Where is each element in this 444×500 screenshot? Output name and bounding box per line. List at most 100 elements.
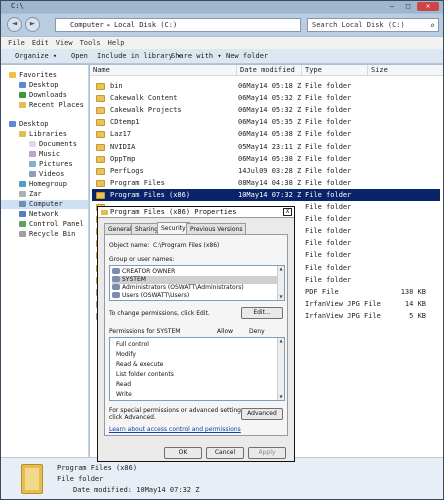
sidebar-item-desktop[interactable]: Desktop xyxy=(9,120,49,129)
permission-item: Modify xyxy=(116,351,136,358)
folder-icon xyxy=(96,83,105,90)
sidebar-item-label: Recent Places xyxy=(29,101,84,109)
sidebar-item-documents[interactable]: Documents xyxy=(29,140,77,149)
sidebar-item-recycle-bin[interactable]: Recycle Bin xyxy=(19,230,75,239)
new-folder-button[interactable]: New folder xyxy=(226,49,268,64)
permission-item: List folder contents xyxy=(116,371,174,378)
sidebar-item-favorites[interactable]: Favorites xyxy=(9,71,57,80)
forward-button[interactable]: ► xyxy=(25,17,40,32)
apply-button[interactable]: Apply xyxy=(248,447,286,459)
ok-button[interactable]: OK xyxy=(164,447,202,459)
sidebar-item-videos[interactable]: Videos xyxy=(29,170,64,179)
sidebar-item-homegroup[interactable]: Homegroup xyxy=(19,180,67,189)
cancel-button[interactable]: Cancel xyxy=(206,447,244,459)
command-toolbar: Organize ▾ Open Include in library ▾ Sha… xyxy=(1,49,443,64)
libraries-icon xyxy=(19,131,26,137)
advanced-button[interactable]: Advanced xyxy=(241,408,283,420)
list-item[interactable]: CREATOR OWNER xyxy=(112,268,175,276)
object-name-label: Object name: xyxy=(109,242,150,249)
file-type: File folder xyxy=(305,227,352,236)
folder-icon xyxy=(96,119,105,127)
user-group-icon xyxy=(112,284,120,290)
details-type: File folder xyxy=(57,475,104,483)
include-in-library-button[interactable]: Include in library ▾ xyxy=(97,49,181,64)
folder-icon xyxy=(96,179,105,187)
learn-more-link[interactable]: Learn about access control and permissio… xyxy=(109,426,241,433)
table-row[interactable]: NVIDIA 05May14 23:11 Z File folder xyxy=(92,141,440,153)
maximize-icon[interactable]: □ xyxy=(401,2,415,11)
column-headers: Name Date modified Type Size xyxy=(90,65,443,76)
sidebar-item-pictures[interactable]: Pictures xyxy=(29,160,73,169)
table-row[interactable]: CDtemp1 06May14 05:35 Z File folder xyxy=(92,116,440,128)
open-button[interactable]: Open xyxy=(71,49,88,64)
table-row[interactable]: OppTmp 06May14 05:38 Z File folder xyxy=(92,153,440,165)
sidebar-item-computer[interactable]: Computer xyxy=(1,200,88,209)
table-row[interactable]: bin 06May14 05:18 Z File folder xyxy=(92,80,440,92)
table-row[interactable]: Cakewalk Content 06May14 05:32 Z File fold… xyxy=(92,92,440,104)
details-name: Program Files (x86) xyxy=(57,464,138,472)
list-item[interactable]: SYSTEM xyxy=(112,276,278,284)
security-tab-panel: Object name: C:\Program Files (x86) Grou… xyxy=(104,234,288,436)
menu-item-view[interactable]: View xyxy=(56,39,73,47)
address-bar[interactable]: Computer ▸ Local Disk (C:) xyxy=(55,18,301,32)
sidebar-item-recent-places[interactable]: Recent Places xyxy=(19,101,84,110)
group-names-list[interactable]: CREATOR OWNER SYSTEM Administrators (OSW… xyxy=(109,265,285,301)
sidebar-item-label: Documents xyxy=(39,140,77,148)
table-row[interactable]: Cakewalk Projects 06May14 05:32 Z File fol… xyxy=(92,104,440,116)
documents-icon xyxy=(29,141,36,147)
group-name: Users (OSWATT\Users) xyxy=(122,292,190,299)
table-row[interactable]: PerfLogs 14Jul09 03:28 Z File folder xyxy=(92,165,440,177)
permission-item: Full control xyxy=(116,341,149,348)
sidebar-item-desktop[interactable]: Desktop xyxy=(19,81,59,90)
tab-previous-versions[interactable]: Previous Versions xyxy=(186,223,247,234)
column-type[interactable]: Type xyxy=(301,65,322,76)
search-icon[interactable]: ⌕ xyxy=(430,20,435,32)
group-name: SYSTEM xyxy=(122,276,146,283)
sidebar-item-zar[interactable]: Zar xyxy=(19,190,42,199)
sidebar-item-label: Zar xyxy=(29,190,42,198)
table-row[interactable]: Program Files 08May14 04:38 Z File folder xyxy=(92,177,440,189)
scroll-up-icon[interactable]: ▲ xyxy=(278,338,284,344)
folder-icon xyxy=(21,464,43,494)
sidebar-item-label: Videos xyxy=(39,170,65,178)
sidebar-item-downloads[interactable]: Downloads xyxy=(19,91,67,100)
list-item[interactable]: Users (OSWATT\Users) xyxy=(112,292,189,300)
share-with-button[interactable]: Share with ▾ xyxy=(171,49,222,64)
chevron-right-icon[interactable]: ▸ xyxy=(107,21,111,29)
column-date-modified[interactable]: Date modified xyxy=(236,65,295,76)
table-row[interactable]: Program Files (x86) 10May14 07:32 Z File f… xyxy=(92,188,440,201)
address-part-computer[interactable]: Computer xyxy=(70,21,104,29)
title-bar[interactable]: C:\ – □ ✕ xyxy=(1,1,443,13)
scroll-down-icon[interactable]: ▼ xyxy=(278,394,284,400)
sidebar-item-label: Computer xyxy=(29,200,63,208)
close-icon[interactable]: X xyxy=(283,208,292,216)
column-name[interactable]: Name xyxy=(90,65,110,76)
organize-button[interactable]: Organize ▾ xyxy=(15,49,57,64)
address-part-drive[interactable]: Local Disk (C:) xyxy=(114,21,177,29)
sidebar-item-music[interactable]: Music xyxy=(29,150,60,159)
list-item[interactable]: Administrators (OSWATT\Administrators) xyxy=(112,284,244,292)
table-row[interactable]: Laz17 06May14 05:38 Z File folder xyxy=(92,128,440,140)
sidebar-item-libraries[interactable]: Libraries xyxy=(19,130,67,139)
close-icon[interactable]: ✕ xyxy=(417,2,439,11)
menu-item-file[interactable]: File xyxy=(8,39,25,47)
permissions-for-label: Permissions for SYSTEM xyxy=(109,328,181,335)
dialog-title-bar[interactable]: Program Files (x86) Properties X xyxy=(98,207,294,218)
edit-button[interactable]: Edit... xyxy=(241,307,283,319)
search-input[interactable]: Search Local Disk (C:) ⌕ xyxy=(307,18,439,32)
sidebar-item-network[interactable]: Network xyxy=(19,210,59,219)
sidebar-item-control-panel[interactable]: Control Panel xyxy=(19,220,84,229)
menu-item-edit[interactable]: Edit xyxy=(32,39,49,47)
menu-item-help[interactable]: Help xyxy=(108,39,125,47)
window-title: C:\ xyxy=(11,2,24,10)
scroll-down-icon[interactable]: ▼ xyxy=(278,294,284,300)
file-type: File folder xyxy=(305,154,352,163)
permissions-list[interactable]: Write Read List folder contents Read & exec… xyxy=(109,337,285,401)
scroll-up-icon[interactable]: ▲ xyxy=(278,266,284,272)
minimize-icon[interactable]: – xyxy=(385,2,399,11)
menu-item-tools[interactable]: Tools xyxy=(80,39,101,47)
column-size[interactable]: Size xyxy=(367,65,388,76)
permissions-scrollbar[interactable]: ▲ ▼ xyxy=(277,338,284,400)
group-list-scrollbar[interactable]: ▲ ▼ xyxy=(277,266,284,300)
back-button[interactable]: ◄ xyxy=(7,17,22,32)
